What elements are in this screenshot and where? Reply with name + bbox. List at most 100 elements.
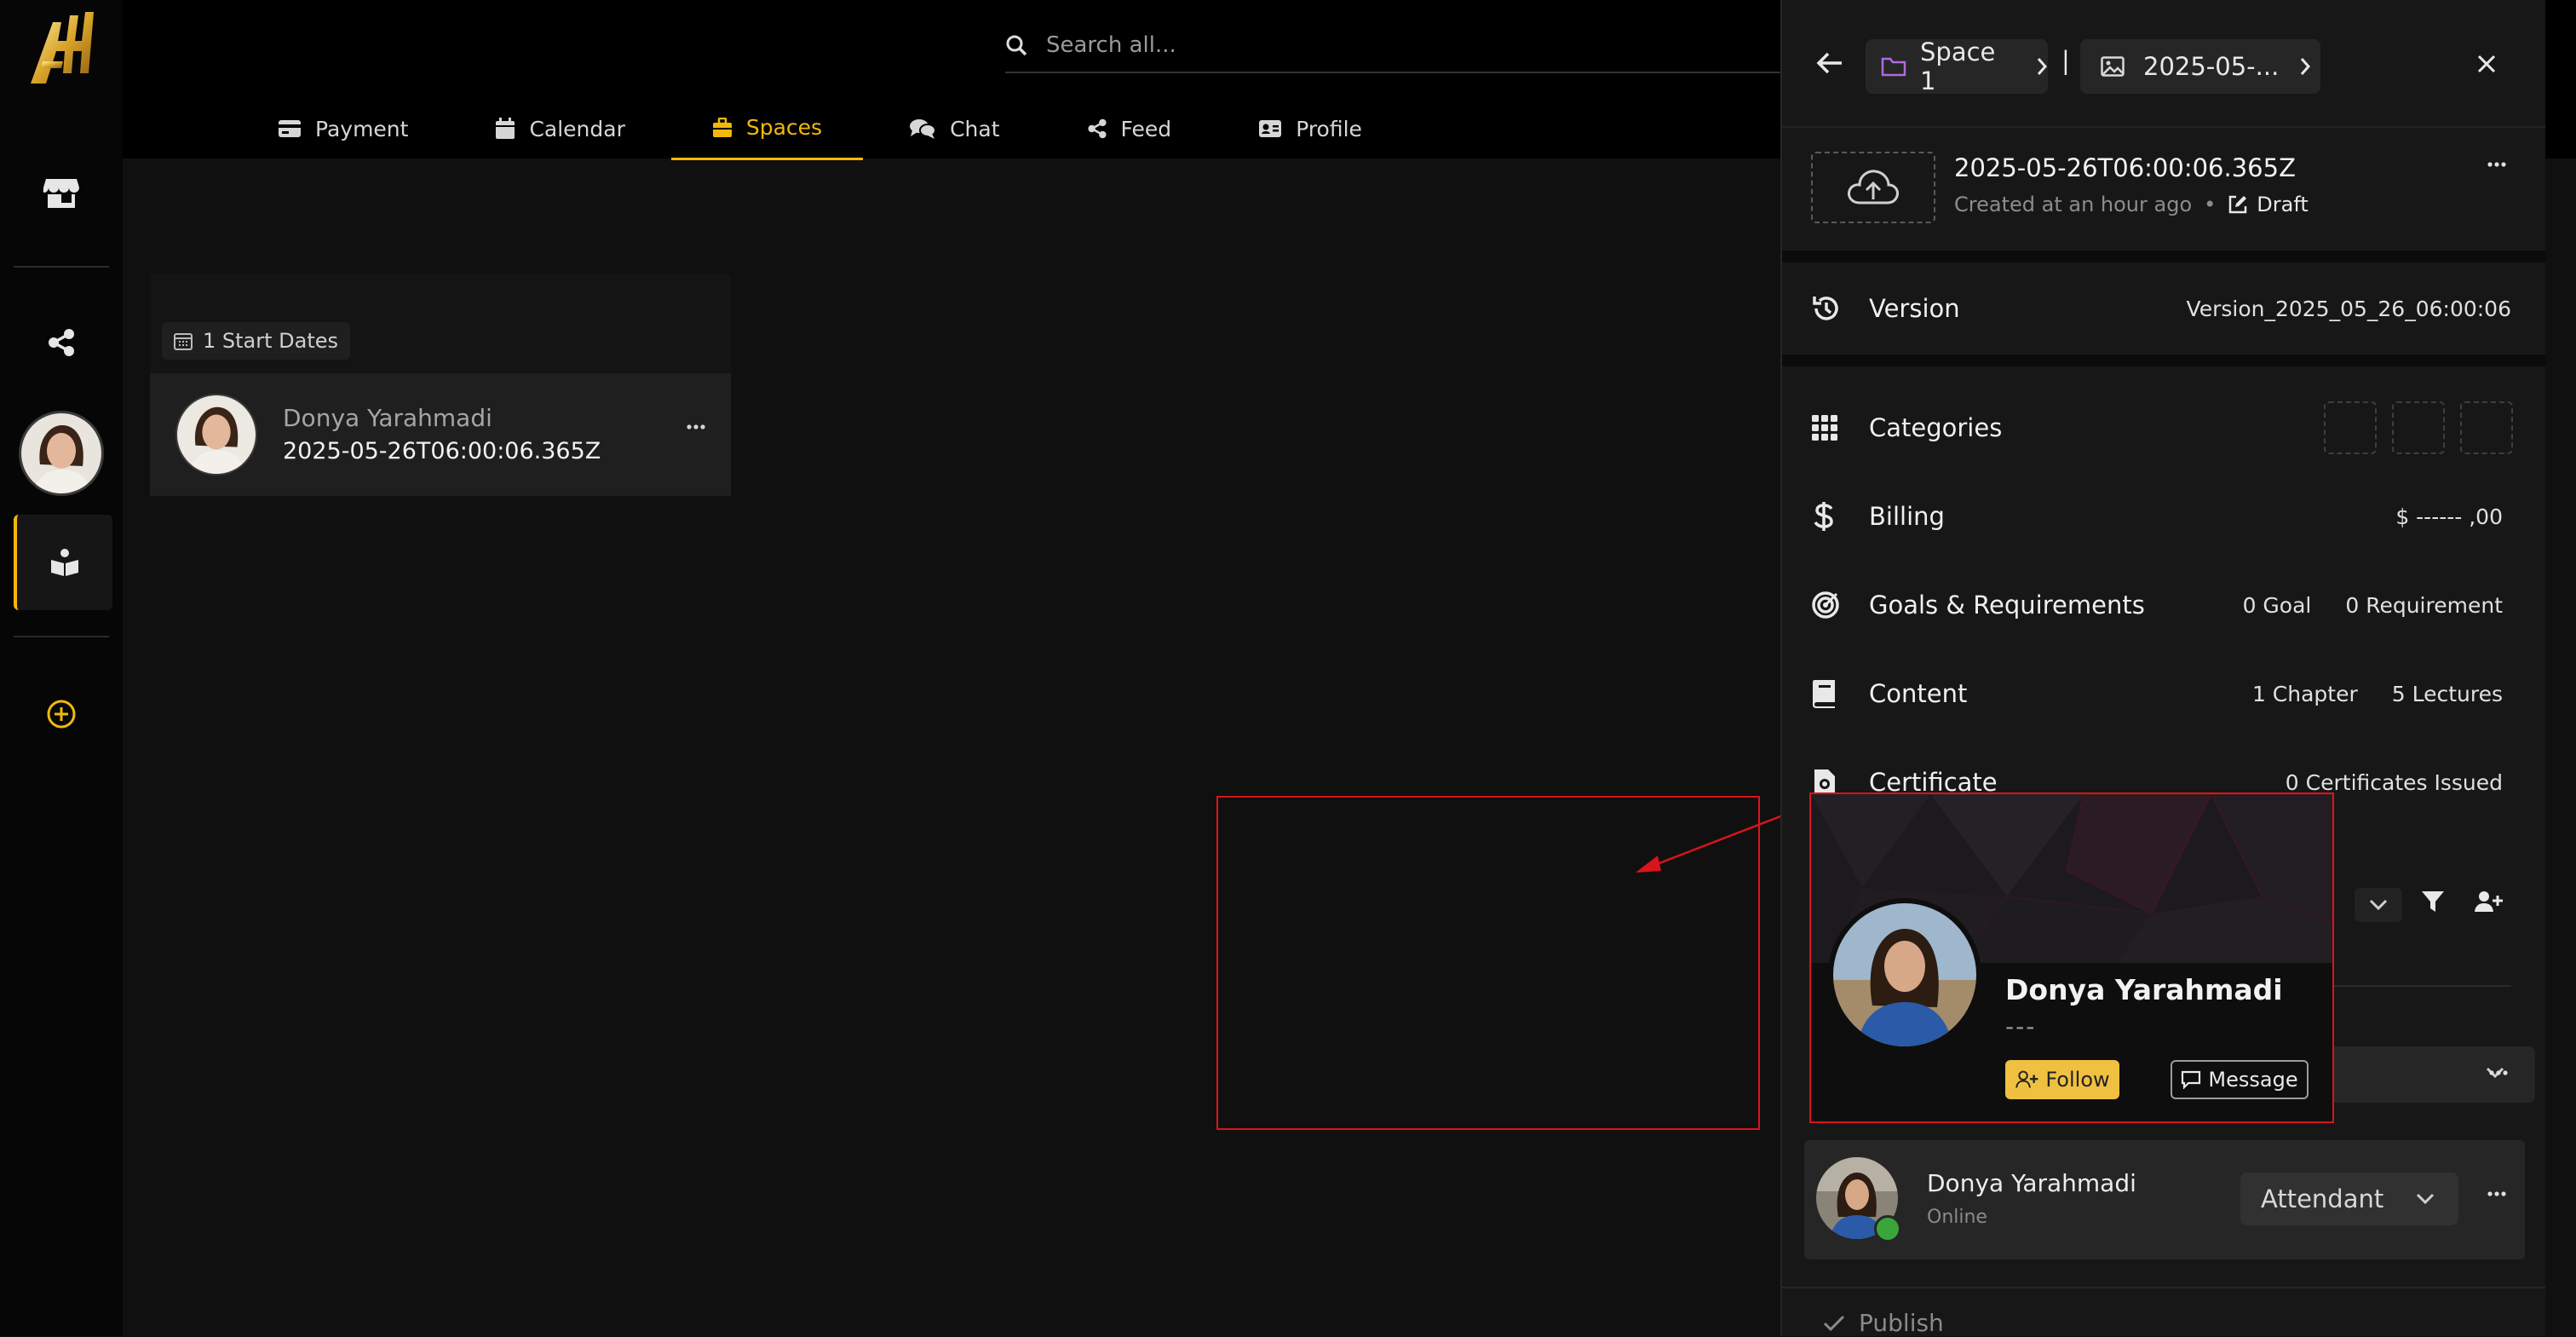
folder-icon — [1881, 56, 1906, 77]
categories-row[interactable]: Categories — [1782, 392, 2545, 464]
start-date-value: 2025-05-26T06:00:06.365Z — [283, 438, 601, 464]
meta-bullet: • — [2204, 193, 2217, 216]
tab-chat[interactable]: Chat — [899, 97, 1009, 160]
goals-values: 0 Goal 0 Requirement — [2209, 593, 2503, 618]
more-icon[interactable] — [2489, 1070, 2508, 1075]
history-icon — [1811, 293, 1842, 324]
item-meta: Created at an hour ago • Draft — [1954, 193, 2309, 216]
breadcrumb-item-label: 2025-05-... — [2143, 52, 2280, 81]
tab-spaces[interactable]: Spaces — [670, 97, 864, 160]
tab-payment[interactable]: Payment — [267, 97, 418, 160]
role-dropdown[interactable]: Attendant — [2240, 1173, 2458, 1225]
profile-subtitle: --- — [2005, 1012, 2037, 1040]
spaces-book-icon — [49, 548, 80, 577]
edit-icon[interactable] — [2228, 194, 2248, 215]
item-title: 2025-05-26T06:00:06.365Z — [1954, 153, 2296, 182]
check-icon — [1823, 1315, 1845, 1332]
version-row[interactable]: Version Version_2025_05_26_06:00:06 — [1782, 273, 2545, 344]
rail-spaces-button[interactable] — [14, 515, 112, 610]
follow-button[interactable]: Follow — [2005, 1060, 2119, 1099]
back-button[interactable] — [1816, 51, 1843, 75]
left-rail — [0, 0, 123, 1336]
more-icon[interactable] — [687, 424, 705, 429]
search-bar[interactable]: Search all... — [1005, 19, 1831, 73]
certificate-value: 0 Certificates Issued — [2285, 769, 2503, 795]
follow-label: Follow — [2045, 1068, 2110, 1092]
filter-icon — [2421, 890, 2445, 913]
store-icon — [43, 176, 80, 210]
breadcrumb-item[interactable]: 2025-05-... — [2080, 39, 2320, 94]
upload-dropzone[interactable] — [1811, 152, 1935, 223]
chevron-down-icon — [2369, 899, 2388, 911]
start-date-owner: Donya Yarahmadi — [283, 404, 492, 432]
tab-profile[interactable]: Profile — [1248, 97, 1372, 160]
categories-label: Categories — [1869, 413, 2003, 442]
rail-add-button[interactable] — [14, 666, 109, 762]
category-placeholder — [2324, 401, 2377, 454]
calendar-grid-icon — [174, 331, 193, 350]
section-divider — [1782, 1287, 2545, 1288]
more-icon[interactable] — [2487, 1191, 2506, 1196]
book-icon — [1811, 679, 1837, 708]
goals-row[interactable]: Goals & Requirements 0 Goal 0 Requiremen… — [1782, 569, 2545, 641]
app-logo[interactable] — [24, 7, 101, 90]
profile-hover-card: Donya Yarahmadi --- Follow Message — [1809, 792, 2334, 1123]
item-info: 2025-05-26T06:00:06.365Z Created at an h… — [1782, 126, 2545, 256]
credit-card-icon — [278, 119, 302, 138]
requirement-count: 0 Requirement — [2345, 592, 2503, 618]
publish-label: Publish — [1859, 1309, 1944, 1337]
rail-divider — [14, 266, 109, 268]
start-dates-badge: 1 Start Dates — [162, 322, 351, 360]
id-card-icon — [1258, 119, 1282, 138]
grid-icon — [1811, 414, 1838, 441]
version-value: Version_2025_05_26_06:00:06 — [2186, 296, 2511, 321]
category-placeholder — [2392, 401, 2445, 454]
add-member-button[interactable] — [2474, 890, 2503, 913]
avatar[interactable] — [1828, 898, 1981, 1052]
lecture-count: 5 Lectures — [2391, 681, 2503, 706]
profile-name: Donya Yarahmadi — [2005, 973, 2283, 1006]
rail-share-button[interactable] — [14, 295, 109, 390]
cloud-upload-icon — [1846, 167, 1900, 208]
breadcrumb-separator: | — [2061, 46, 2070, 75]
tab-chat-label: Chat — [950, 116, 1000, 141]
avatar[interactable] — [19, 411, 104, 496]
role-label: Attendant — [2261, 1184, 2384, 1213]
created-at: Created at an hour ago — [1954, 193, 2193, 216]
message-icon — [2181, 1070, 2201, 1089]
message-button[interactable]: Message — [2171, 1060, 2309, 1099]
panel-header: Space 1 | 2025-05-... — [1782, 26, 2545, 107]
tab-payment-label: Payment — [315, 116, 409, 141]
content-values: 1 Chapter 5 Lectures — [2218, 682, 2503, 706]
member-row[interactable]: Donya Yarahmadi Online Attendant — [1804, 1140, 2525, 1259]
rail-store-button[interactable] — [14, 145, 109, 240]
chevron-right-icon — [2036, 57, 2048, 76]
member-status: Online — [1927, 1207, 1987, 1228]
more-icon[interactable] — [2487, 162, 2506, 167]
close-button[interactable] — [2477, 55, 2496, 73]
start-dates-card: 1 Start Dates Donya Yarahmadi 2025-05-26… — [150, 274, 731, 496]
tab-feed[interactable]: Feed — [1077, 97, 1182, 160]
goals-label: Goals & Requirements — [1869, 591, 2145, 620]
add-circle-icon — [46, 699, 77, 729]
main-nav: Payment Calendar Spaces Chat Feed Profil… — [267, 97, 1439, 160]
calendar-icon — [495, 118, 515, 140]
filter-button[interactable] — [2421, 890, 2445, 913]
members-filter-dropdown[interactable] — [2355, 888, 2402, 922]
publish-button[interactable]: Publish — [1823, 1309, 1944, 1337]
version-label: Version — [1869, 294, 1960, 323]
user-plus-icon — [2015, 1070, 2038, 1089]
breadcrumb-space-label: Space 1 — [1920, 37, 1996, 95]
search-input[interactable]: Search all... — [1046, 32, 1176, 58]
tab-calendar[interactable]: Calendar — [485, 97, 635, 160]
briefcase-icon — [712, 117, 733, 138]
start-date-row[interactable]: Donya Yarahmadi 2025-05-26T06:00:06.365Z — [150, 373, 731, 496]
rail-divider — [14, 636, 109, 637]
content-row[interactable]: Content 1 Chapter 5 Lectures — [1782, 658, 2545, 729]
status-badge[interactable]: Draft — [2257, 193, 2309, 216]
arrow-left-icon — [1816, 51, 1843, 75]
share-icon — [1087, 118, 1107, 139]
content-label: Content — [1869, 679, 1968, 708]
billing-row[interactable]: Billing $ ------ ,00 — [1782, 481, 2545, 552]
breadcrumb-space[interactable]: Space 1 — [1866, 37, 2048, 95]
